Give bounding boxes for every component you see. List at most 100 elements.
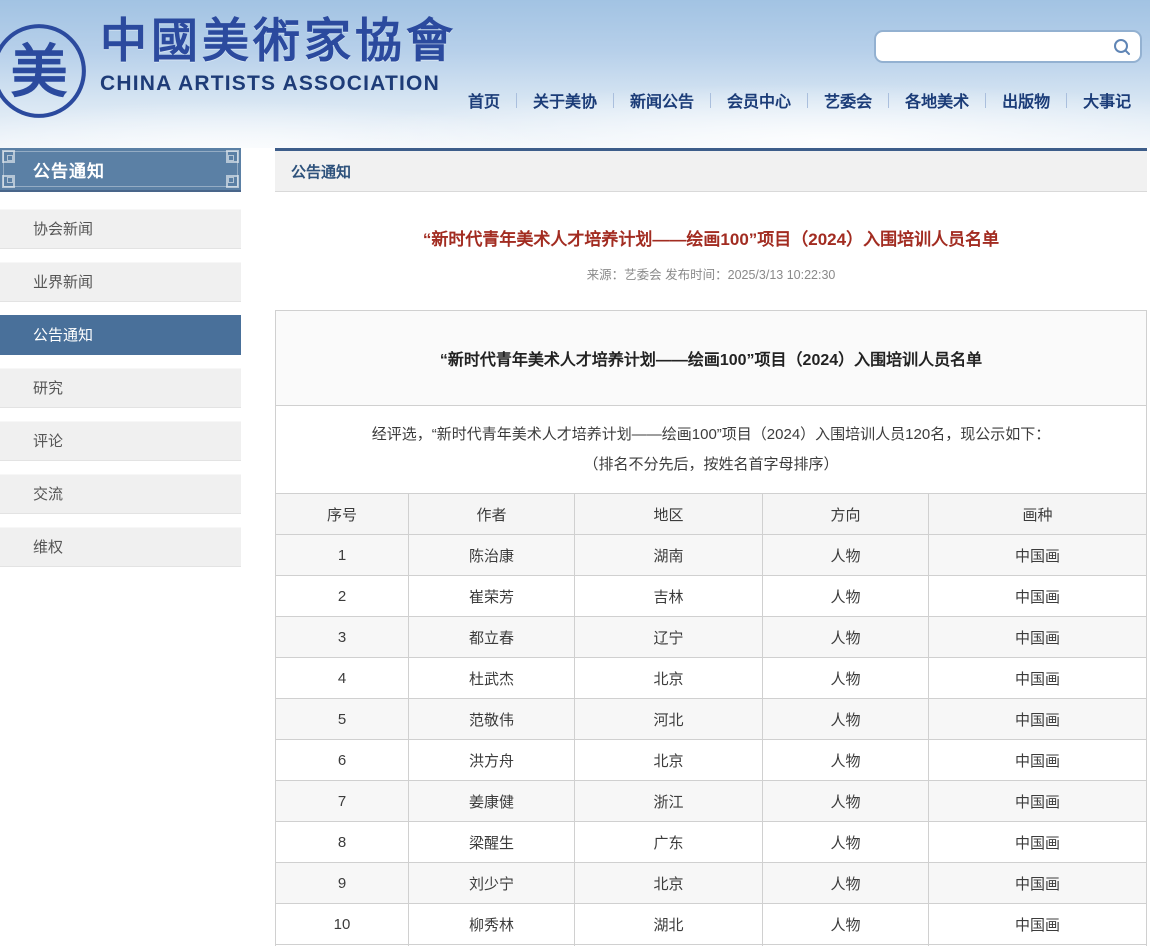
main-content: 公告通知 “新时代青年美术人才培养计划——绘画100”项目（2024）入围培训人… [275,148,1147,946]
table-cell: 中国画 [929,740,1147,781]
sidebar-item[interactable]: 评论 [0,421,241,461]
column-header: 序号 [276,494,409,535]
table-cell: 人物 [763,904,929,945]
table-cell: 范敬伟 [409,699,575,740]
table-cell: 吉林 [575,576,763,617]
table-intro-row: 经评选，“新时代青年美术人才培养计划——绘画100”项目（2024）入围培训人员… [276,406,1147,494]
column-header: 方向 [763,494,929,535]
table-cell: 中国画 [929,822,1147,863]
seal-logo-icon: 美 [0,20,90,122]
table-cell: 1 [276,535,409,576]
column-header: 作者 [409,494,575,535]
nav-item-3[interactable]: 会员中心 [727,86,791,114]
sidebar-item[interactable]: 维权 [0,527,241,567]
nav-separator [985,93,986,108]
nav-separator [1066,93,1067,108]
table-cell: 湖北 [575,904,763,945]
top-nav: 首页 关于美协 新闻公告 会员中心 艺委会 各地美术 出版物 大事记 [468,86,1150,114]
table-cell: 人物 [763,535,929,576]
breadcrumb: 公告通知 [275,148,1147,192]
table-row: 4杜武杰北京人物中国画 [276,658,1147,699]
table-cell: 中国画 [929,617,1147,658]
table-cell: 人物 [763,781,929,822]
table-row: 3都立春辽宁人物中国画 [276,617,1147,658]
table-row: 6洪方舟北京人物中国画 [276,740,1147,781]
table-intro: 经评选，“新时代青年美术人才培养计划——绘画100”项目（2024）入围培训人员… [276,406,1147,494]
table-cell: 河北 [575,699,763,740]
table-title-row: “新时代青年美术人才培养计划——绘画100”项目（2024）入围培训人员名单 [276,311,1147,406]
table-cell: 人物 [763,863,929,904]
table-cell: 都立春 [409,617,575,658]
intro-line-2: （排名不分先后，按姓名首字母排序） [300,450,1122,480]
nav-item-0[interactable]: 首页 [468,86,500,114]
table-header-row: 序号作者地区方向画种 [276,494,1147,535]
sidebar-item[interactable]: 公告通知 [0,315,241,355]
logo-title-cn: 中國美術家協會 [100,14,457,70]
search-input[interactable] [876,32,1112,61]
fretwork-corner-icon [2,150,15,163]
sidebar-item[interactable]: 研究 [0,368,241,408]
nav-separator [516,93,517,108]
table-cell: 杜武杰 [409,658,575,699]
notice-table: “新时代青年美术人才培养计划——绘画100”项目（2024）入围培训人员名单 经… [275,310,1147,946]
nav-item-4[interactable]: 艺委会 [824,86,872,114]
breadcrumb-label[interactable]: 公告通知 [291,161,351,182]
fretwork-corner-icon [226,175,239,188]
nav-item-1[interactable]: 关于美协 [533,86,597,114]
table-cell: 辽宁 [575,617,763,658]
fretwork-corner-icon [2,175,15,188]
search-icon[interactable] [1112,37,1132,57]
table-cell: 北京 [575,658,763,699]
table-cell: 人物 [763,822,929,863]
nav-separator [807,93,808,108]
sidebar-item[interactable]: 交流 [0,474,241,514]
table-cell: 中国画 [929,904,1147,945]
article-title: “新时代青年美术人才培养计划——绘画100”项目（2024）入围培训人员名单 [275,225,1147,250]
nav-separator [710,93,711,108]
table-row: 9刘少宁北京人物中国画 [276,863,1147,904]
table-cell: 中国画 [929,863,1147,904]
sidebar-item[interactable]: 协会新闻 [0,209,241,249]
table-cell: 5 [276,699,409,740]
table-title: “新时代青年美术人才培养计划——绘画100”项目（2024）入围培训人员名单 [276,311,1147,406]
table-cell: 陈治康 [409,535,575,576]
table-cell: 北京 [575,740,763,781]
nav-item-5[interactable]: 各地美术 [905,86,969,114]
table-cell: 8 [276,822,409,863]
site-logo[interactable]: 美 中國美術家協會 CHINA ARTISTS ASSOCIATION [0,14,457,122]
table-cell: 洪方舟 [409,740,575,781]
table-cell: 刘少宁 [409,863,575,904]
table-cell: 人物 [763,658,929,699]
table-cell: 人物 [763,699,929,740]
column-header: 地区 [575,494,763,535]
sidebar-header: 公告通知 [0,148,241,192]
site-header: 美 中國美術家協會 CHINA ARTISTS ASSOCIATION 首页 关于… [0,0,1150,148]
table-row: 1陈治康湖南人物中国画 [276,535,1147,576]
sidebar-title: 公告通知 [33,157,105,182]
table-cell: 中国画 [929,699,1147,740]
table-cell: 人物 [763,740,929,781]
table-cell: 10 [276,904,409,945]
table-cell: 4 [276,658,409,699]
table-cell: 中国画 [929,781,1147,822]
table-cell: 柳秀林 [409,904,575,945]
table-cell: 梁醒生 [409,822,575,863]
table-cell: 北京 [575,863,763,904]
table-cell: 人物 [763,617,929,658]
table-cell: 崔荣芳 [409,576,575,617]
nav-item-6[interactable]: 出版物 [1002,86,1050,114]
table-row: 8梁醒生广东人物中国画 [276,822,1147,863]
svg-text:美: 美 [10,40,67,104]
table-row: 2崔荣芳吉林人物中国画 [276,576,1147,617]
table-cell: 6 [276,740,409,781]
nav-separator [613,93,614,108]
table-cell: 湖南 [575,535,763,576]
nav-item-2[interactable]: 新闻公告 [630,86,694,114]
table-cell: 广东 [575,822,763,863]
table-row: 7姜康健浙江人物中国画 [276,781,1147,822]
sidebar-item[interactable]: 业界新闻 [0,262,241,302]
logo-title-en: CHINA ARTISTS ASSOCIATION [100,72,457,96]
table-cell: 中国画 [929,535,1147,576]
table-cell: 3 [276,617,409,658]
nav-item-7[interactable]: 大事记 [1083,86,1131,114]
